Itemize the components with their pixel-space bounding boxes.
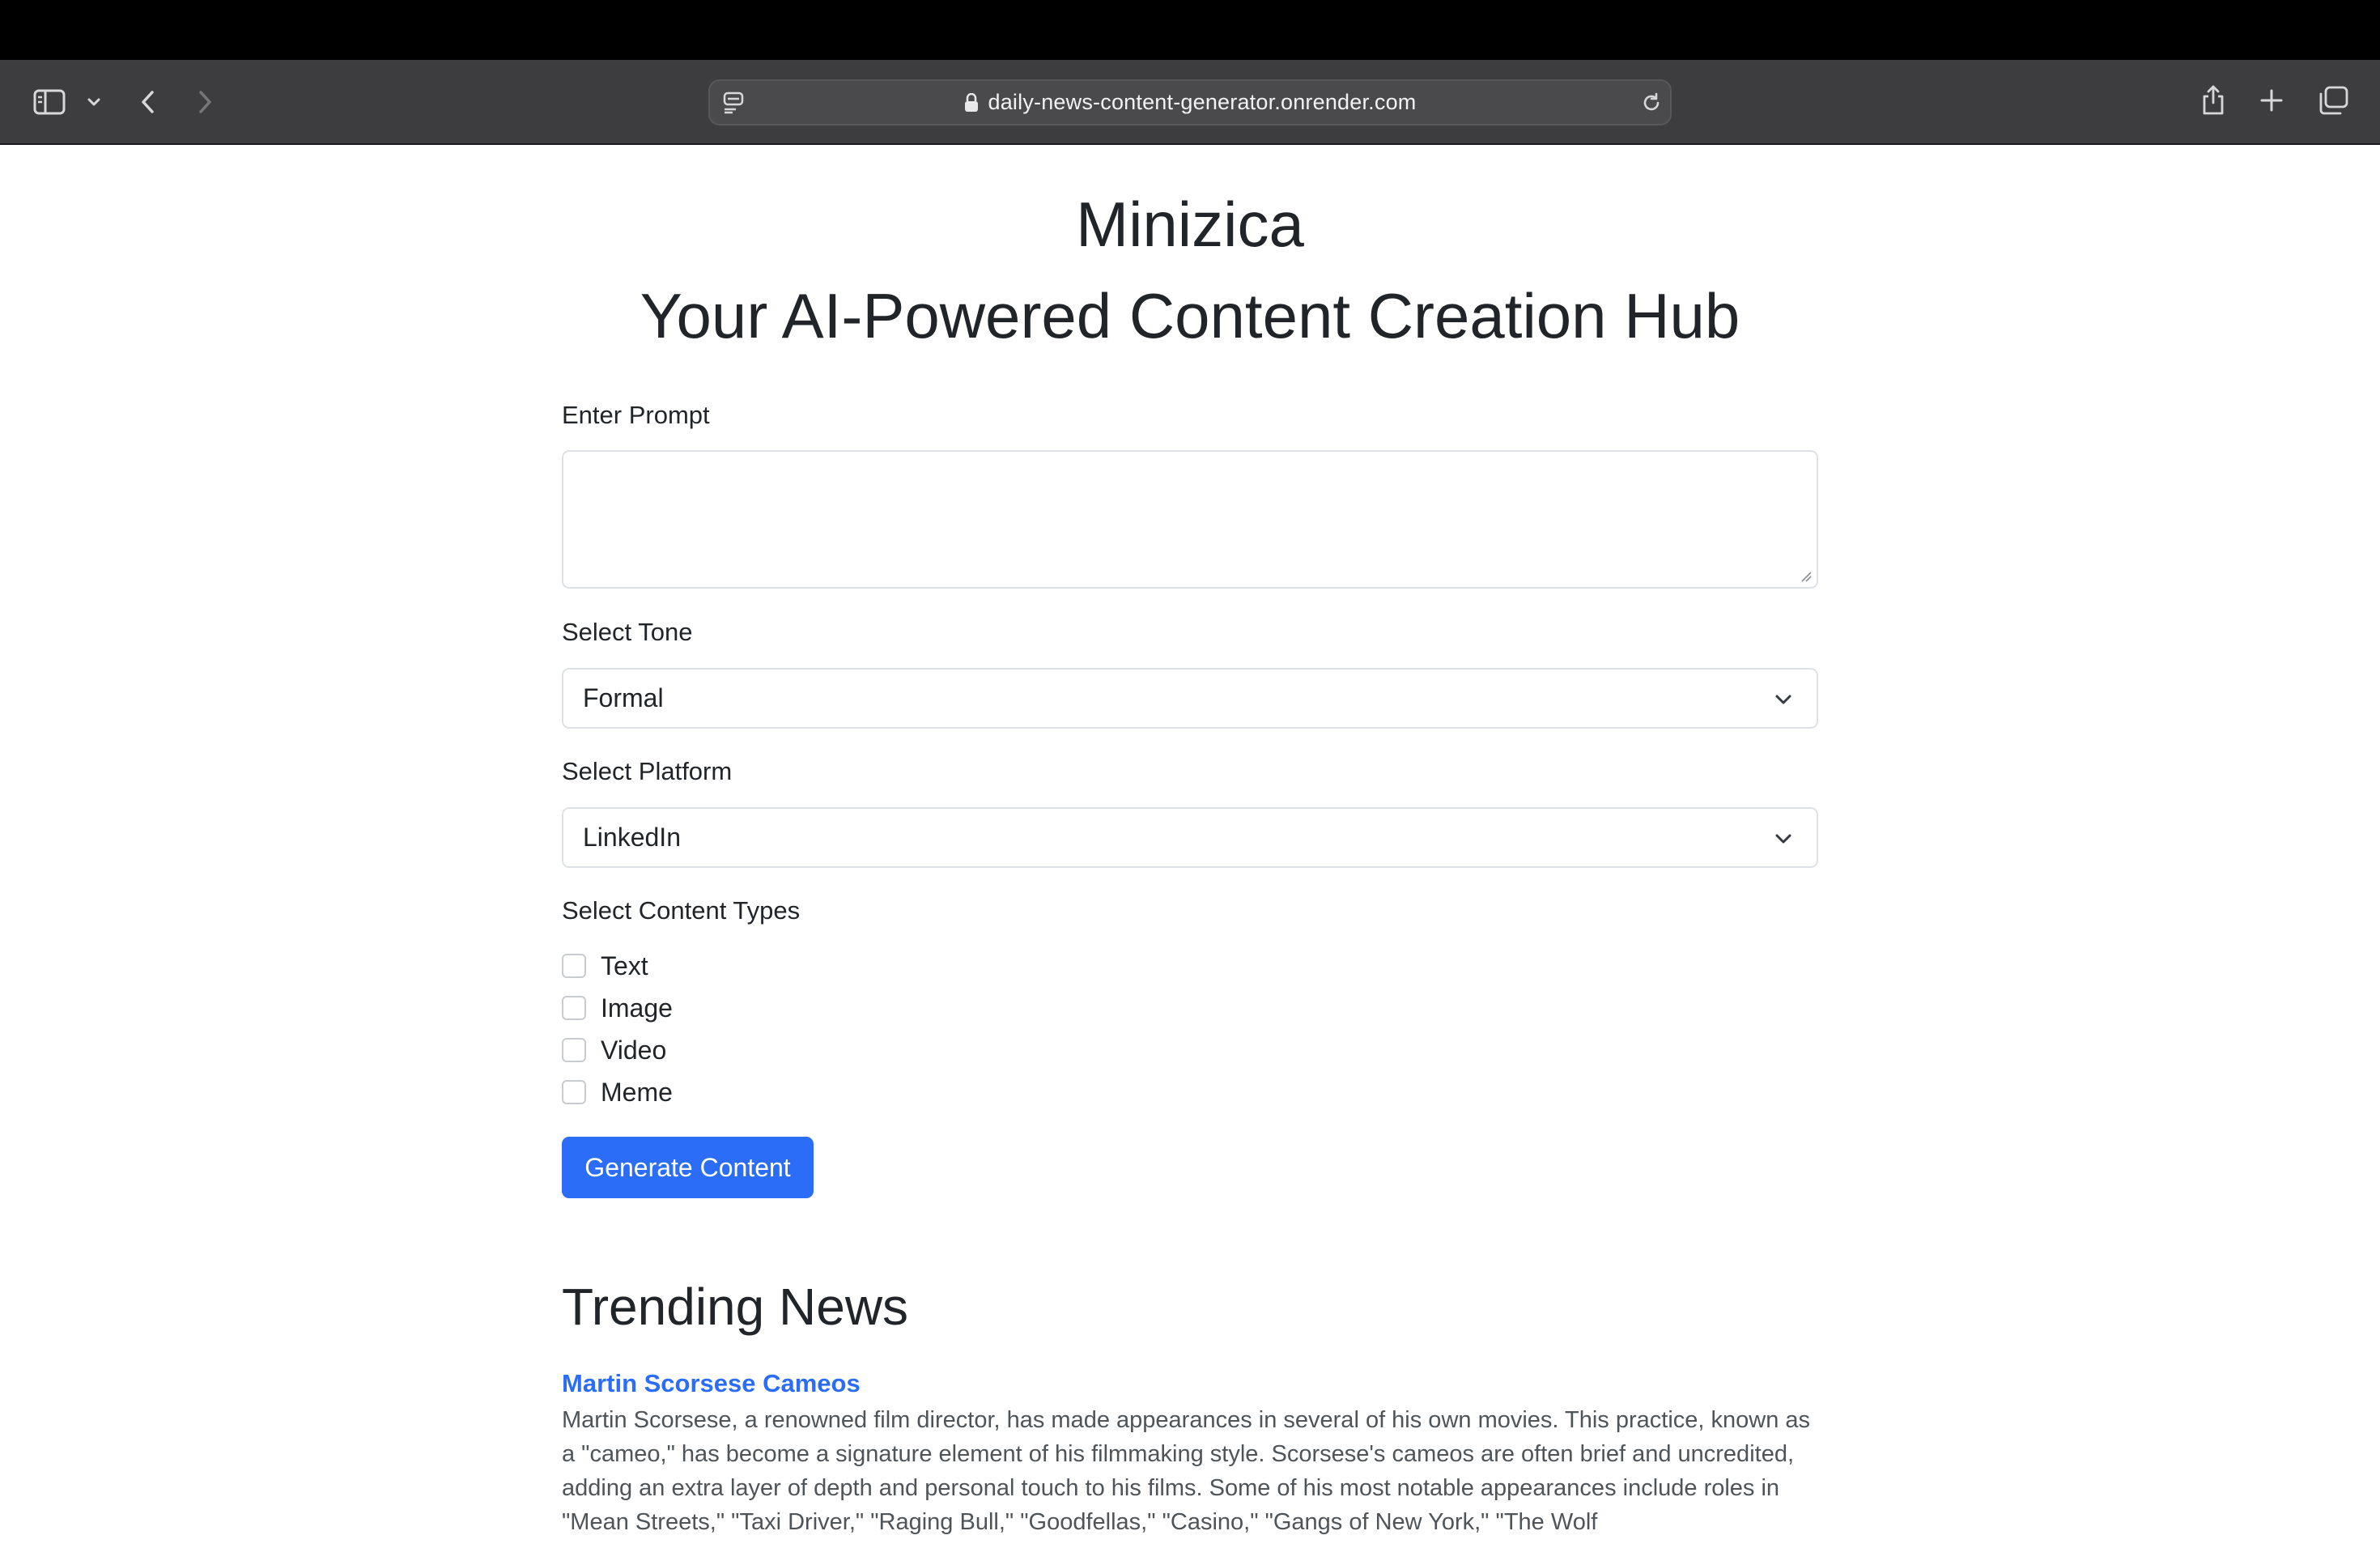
tab-overview-icon[interactable]: [2317, 84, 2349, 117]
content-types-label: Select Content Types: [562, 896, 801, 925]
prompt-label: Enter Prompt: [562, 401, 710, 429]
lock-icon: [964, 92, 979, 113]
video-checkbox-label: Video: [601, 1035, 667, 1065]
forward-icon[interactable]: [193, 86, 217, 118]
content-type-video[interactable]: Video: [562, 1034, 666, 1066]
tone-select[interactable]: Formal: [562, 668, 1818, 729]
platform-label: Select Platform: [562, 757, 733, 785]
trending-news-heading: Trending News: [562, 1278, 909, 1336]
image-checkbox[interactable]: [562, 996, 586, 1020]
platform-selected-value: LinkedIn: [583, 823, 681, 852]
app-subtitle: Your AI-Powered Content Creation Hub: [640, 280, 1740, 351]
system-menubar: [0, 0, 2380, 60]
share-icon[interactable]: [2197, 81, 2229, 118]
text-checkbox-label: Text: [601, 950, 648, 980]
news-item-title-link[interactable]: Martin Scorsese Cameos: [562, 1369, 861, 1398]
content-type-image[interactable]: Image: [562, 992, 673, 1024]
url-text: daily-news-content-generator.onrender.co…: [988, 90, 1417, 114]
content-type-text[interactable]: Text: [562, 950, 648, 982]
page-content: Minizica Your AI-Powered Content Creatio…: [0, 147, 2380, 1548]
new-tab-icon[interactable]: [2257, 86, 2286, 115]
tone-selected-value: Formal: [583, 683, 664, 712]
address-bar[interactable]: daily-news-content-generator.onrender.co…: [708, 79, 1672, 125]
video-checkbox[interactable]: [562, 1038, 586, 1062]
app-title: Minizica: [1076, 189, 1304, 260]
meme-checkbox[interactable]: [562, 1080, 586, 1104]
resize-grip-icon[interactable]: [1800, 571, 1812, 582]
prompt-textarea[interactable]: [562, 450, 1818, 589]
news-item-body: Martin Scorsese, a renowned film directo…: [562, 1407, 1811, 1535]
chevron-down-icon: [1775, 695, 1791, 704]
browser-toolbar: daily-news-content-generator.onrender.co…: [0, 60, 2380, 145]
text-checkbox[interactable]: [562, 954, 586, 978]
back-icon[interactable]: [136, 86, 160, 118]
chevron-down-icon: [1775, 834, 1791, 844]
sidebar-icon[interactable]: [31, 86, 68, 118]
generate-content-button[interactable]: Generate Content: [562, 1137, 814, 1198]
image-checkbox-label: Image: [601, 993, 673, 1023]
tone-label: Select Tone: [562, 618, 693, 646]
url-display: daily-news-content-generator.onrender.co…: [710, 81, 1670, 124]
content-type-meme[interactable]: Meme: [562, 1076, 673, 1108]
reload-icon[interactable]: [1639, 91, 1664, 115]
meme-checkbox-label: Meme: [601, 1077, 673, 1107]
chevron-down-icon[interactable]: [84, 92, 104, 112]
platform-select[interactable]: LinkedIn: [562, 807, 1818, 868]
